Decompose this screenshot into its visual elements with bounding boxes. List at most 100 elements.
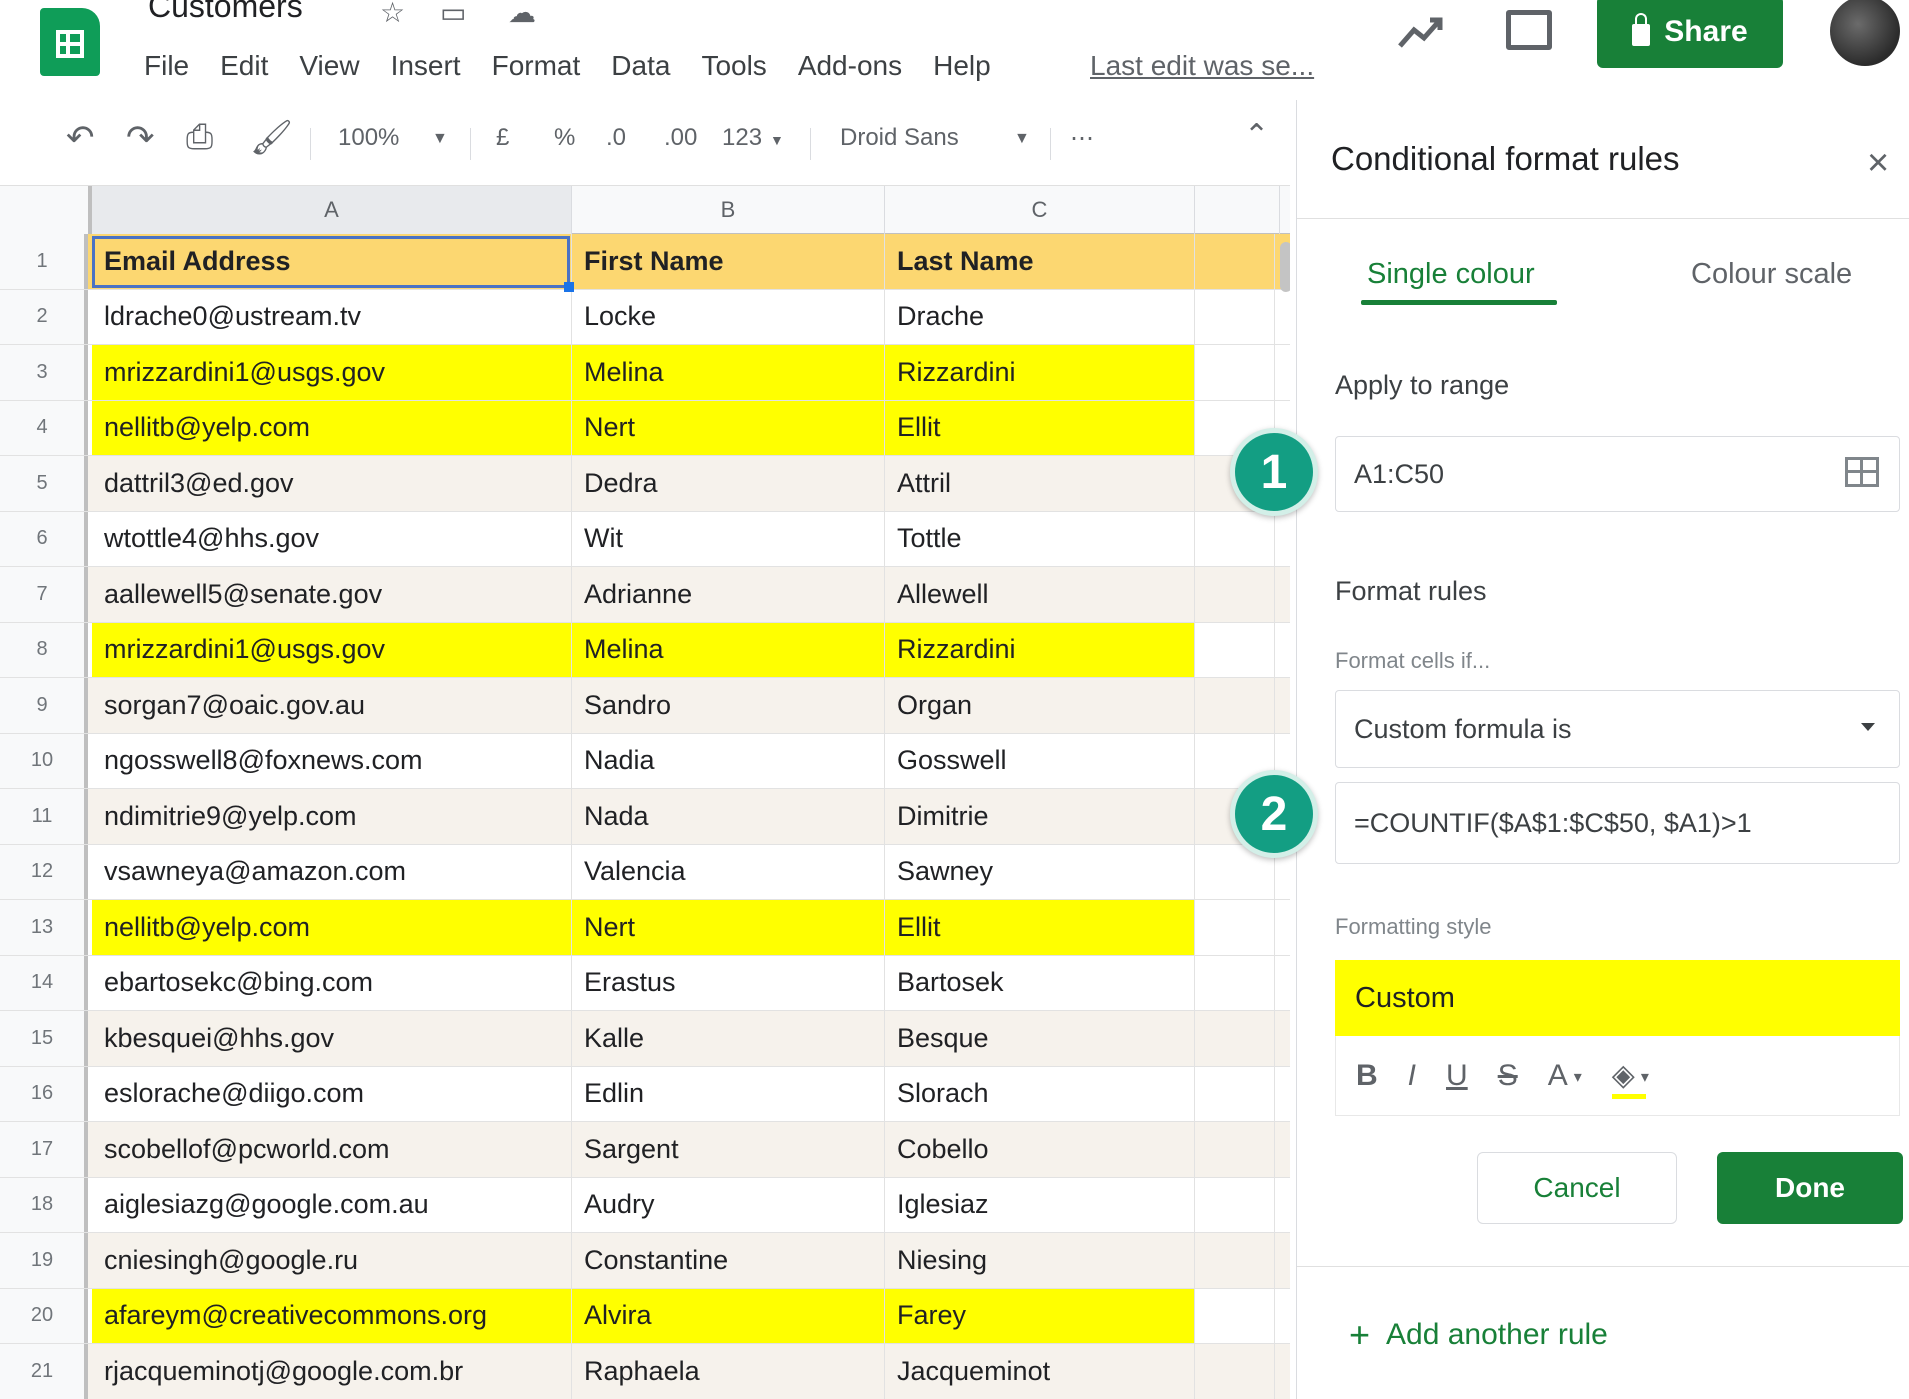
cell-email[interactable]: ldrache0@ustream.tv — [92, 289, 572, 344]
cell-empty[interactable] — [1195, 289, 1275, 344]
menu-add-ons[interactable]: Add-ons — [798, 50, 916, 82]
menu-format[interactable]: Format — [492, 50, 595, 82]
cell-first-name[interactable]: Nadia — [572, 733, 885, 788]
cell-email[interactable]: scobellof@pcworld.com — [92, 1122, 572, 1177]
cell-email[interactable]: eslorache@diigo.com — [92, 1066, 572, 1121]
row-number[interactable]: 7 — [0, 567, 88, 622]
done-button[interactable]: Done — [1717, 1152, 1903, 1224]
cell-email[interactable]: wtottle4@hhs.gov — [92, 511, 572, 566]
tab-single-colour[interactable]: Single colour — [1367, 258, 1535, 291]
row-number[interactable]: 3 — [0, 345, 88, 400]
cell-first-name[interactable]: Audry — [572, 1177, 885, 1232]
row-number[interactable]: 20 — [0, 1288, 88, 1343]
condition-select[interactable]: Custom formula is — [1335, 690, 1900, 768]
cell-empty[interactable] — [1195, 1288, 1275, 1343]
document-title[interactable]: Customers — [148, 0, 303, 25]
currency-format-button[interactable]: £ — [496, 124, 509, 152]
cell-empty[interactable] — [1195, 1233, 1275, 1288]
cell-first-name[interactable]: Raphaela — [572, 1344, 885, 1399]
cell-email[interactable]: mrizzardini1@usgs.gov — [92, 345, 572, 400]
percent-format-button[interactable]: % — [554, 124, 575, 152]
cell-last-name[interactable]: Allewell — [885, 567, 1195, 622]
decrease-decimal-button[interactable]: .0 — [606, 124, 626, 152]
cell-last-name[interactable]: Drache — [885, 289, 1195, 344]
more-tools-button[interactable]: ⋯ — [1070, 124, 1094, 153]
activity-trend-icon[interactable] — [1396, 12, 1446, 52]
row-number[interactable]: 17 — [0, 1122, 88, 1177]
cell-first-name[interactable]: Melina — [572, 622, 885, 677]
cell-last-name[interactable]: Ellit — [885, 400, 1195, 455]
cell-email[interactable]: dattril3@ed.gov — [92, 456, 572, 511]
cell-last-name[interactable]: Organ — [885, 678, 1195, 733]
cell-last-name[interactable]: Tottle — [885, 511, 1195, 566]
cell-first-name[interactable]: First Name — [572, 234, 885, 289]
cell-last-name[interactable]: Jacqueminot — [885, 1344, 1195, 1399]
cell-last-name[interactable]: Besque — [885, 1011, 1195, 1066]
cell-empty[interactable] — [1195, 511, 1275, 566]
cell-email[interactable]: rjacqueminotj@google.com.br — [92, 1344, 572, 1399]
cell-first-name[interactable]: Erastus — [572, 955, 885, 1010]
more-formats-dropdown-icon[interactable]: ▼ — [770, 132, 784, 148]
cell-last-name[interactable]: Slorach — [885, 1066, 1195, 1121]
share-button[interactable]: Share — [1597, 0, 1783, 68]
menu-view[interactable]: View — [299, 50, 373, 82]
row-number[interactable]: 2 — [0, 289, 88, 344]
more-formats-button[interactable]: 123 — [722, 124, 762, 152]
cell-last-name[interactable]: Gosswell — [885, 733, 1195, 788]
cell-last-name[interactable]: Last Name — [885, 234, 1195, 289]
print-icon[interactable]: ⎙ — [186, 118, 213, 157]
cell-first-name[interactable]: Melina — [572, 345, 885, 400]
italic-button[interactable]: I — [1408, 1059, 1416, 1093]
cell-empty[interactable] — [1195, 1344, 1275, 1399]
cell-email[interactable]: mrizzardini1@usgs.gov — [92, 622, 572, 677]
row-number[interactable]: 12 — [0, 844, 88, 899]
row-number[interactable]: 18 — [0, 1177, 88, 1232]
cell-last-name[interactable]: Iglesiaz — [885, 1177, 1195, 1232]
increase-decimal-button[interactable]: .00 — [664, 124, 697, 152]
menu-insert[interactable]: Insert — [391, 50, 475, 82]
zoom-select[interactable]: 100% — [338, 124, 399, 152]
cell-email[interactable]: vsawneya@amazon.com — [92, 844, 572, 899]
column-header-a[interactable]: A — [92, 186, 572, 234]
cell-first-name[interactable]: Nert — [572, 900, 885, 955]
cell-email[interactable]: nellitb@yelp.com — [92, 900, 572, 955]
formula-input[interactable]: =COUNTIF($A$1:$C$50, $A1)>1 — [1335, 782, 1900, 864]
text-colour-button[interactable]: A ▾ — [1548, 1059, 1582, 1093]
cell-first-name[interactable]: Nada — [572, 789, 885, 844]
cell-first-name[interactable]: Valencia — [572, 844, 885, 899]
star-icon[interactable]: ☆ — [380, 0, 405, 29]
close-icon[interactable]: × — [1867, 144, 1889, 182]
cell-empty[interactable] — [1195, 234, 1275, 289]
row-number[interactable]: 13 — [0, 900, 88, 955]
cell-last-name[interactable]: Farey — [885, 1288, 1195, 1343]
formatting-style-select[interactable]: Custom — [1335, 960, 1900, 1036]
cell-empty[interactable] — [1195, 1122, 1275, 1177]
row-number[interactable]: 10 — [0, 733, 88, 788]
cell-email[interactable]: ngosswell8@foxnews.com — [92, 733, 572, 788]
cell-empty[interactable] — [1195, 1177, 1275, 1232]
column-header-b[interactable]: B — [572, 186, 885, 234]
cell-empty[interactable] — [1195, 345, 1275, 400]
cell-empty[interactable] — [1195, 955, 1275, 1010]
range-input[interactable]: A1:C50 — [1335, 436, 1900, 512]
row-number[interactable]: 14 — [0, 955, 88, 1010]
cell-last-name[interactable]: Ellit — [885, 900, 1195, 955]
cell-first-name[interactable]: Nert — [572, 400, 885, 455]
font-dropdown-icon[interactable]: ▼ — [1014, 130, 1030, 148]
cell-last-name[interactable]: Rizzardini — [885, 622, 1195, 677]
font-select[interactable]: Droid Sans — [840, 124, 959, 152]
cell-first-name[interactable]: Sargent — [572, 1122, 885, 1177]
sheets-logo-icon[interactable] — [40, 8, 100, 76]
redo-icon[interactable]: ↷ — [126, 118, 155, 158]
collapse-toolbar-icon[interactable]: ⌃ — [1244, 118, 1269, 153]
menu-help[interactable]: Help — [933, 50, 1005, 82]
cell-last-name[interactable]: Attril — [885, 456, 1195, 511]
menu-data[interactable]: Data — [611, 50, 684, 82]
move-folder-icon[interactable]: ▭ — [440, 0, 466, 29]
row-number[interactable]: 16 — [0, 1066, 88, 1121]
cell-empty[interactable] — [1195, 622, 1275, 677]
cancel-button[interactable]: Cancel — [1477, 1152, 1677, 1224]
row-number[interactable]: 21 — [0, 1344, 88, 1399]
undo-icon[interactable]: ↶ — [66, 118, 95, 158]
cell-first-name[interactable]: Kalle — [572, 1011, 885, 1066]
